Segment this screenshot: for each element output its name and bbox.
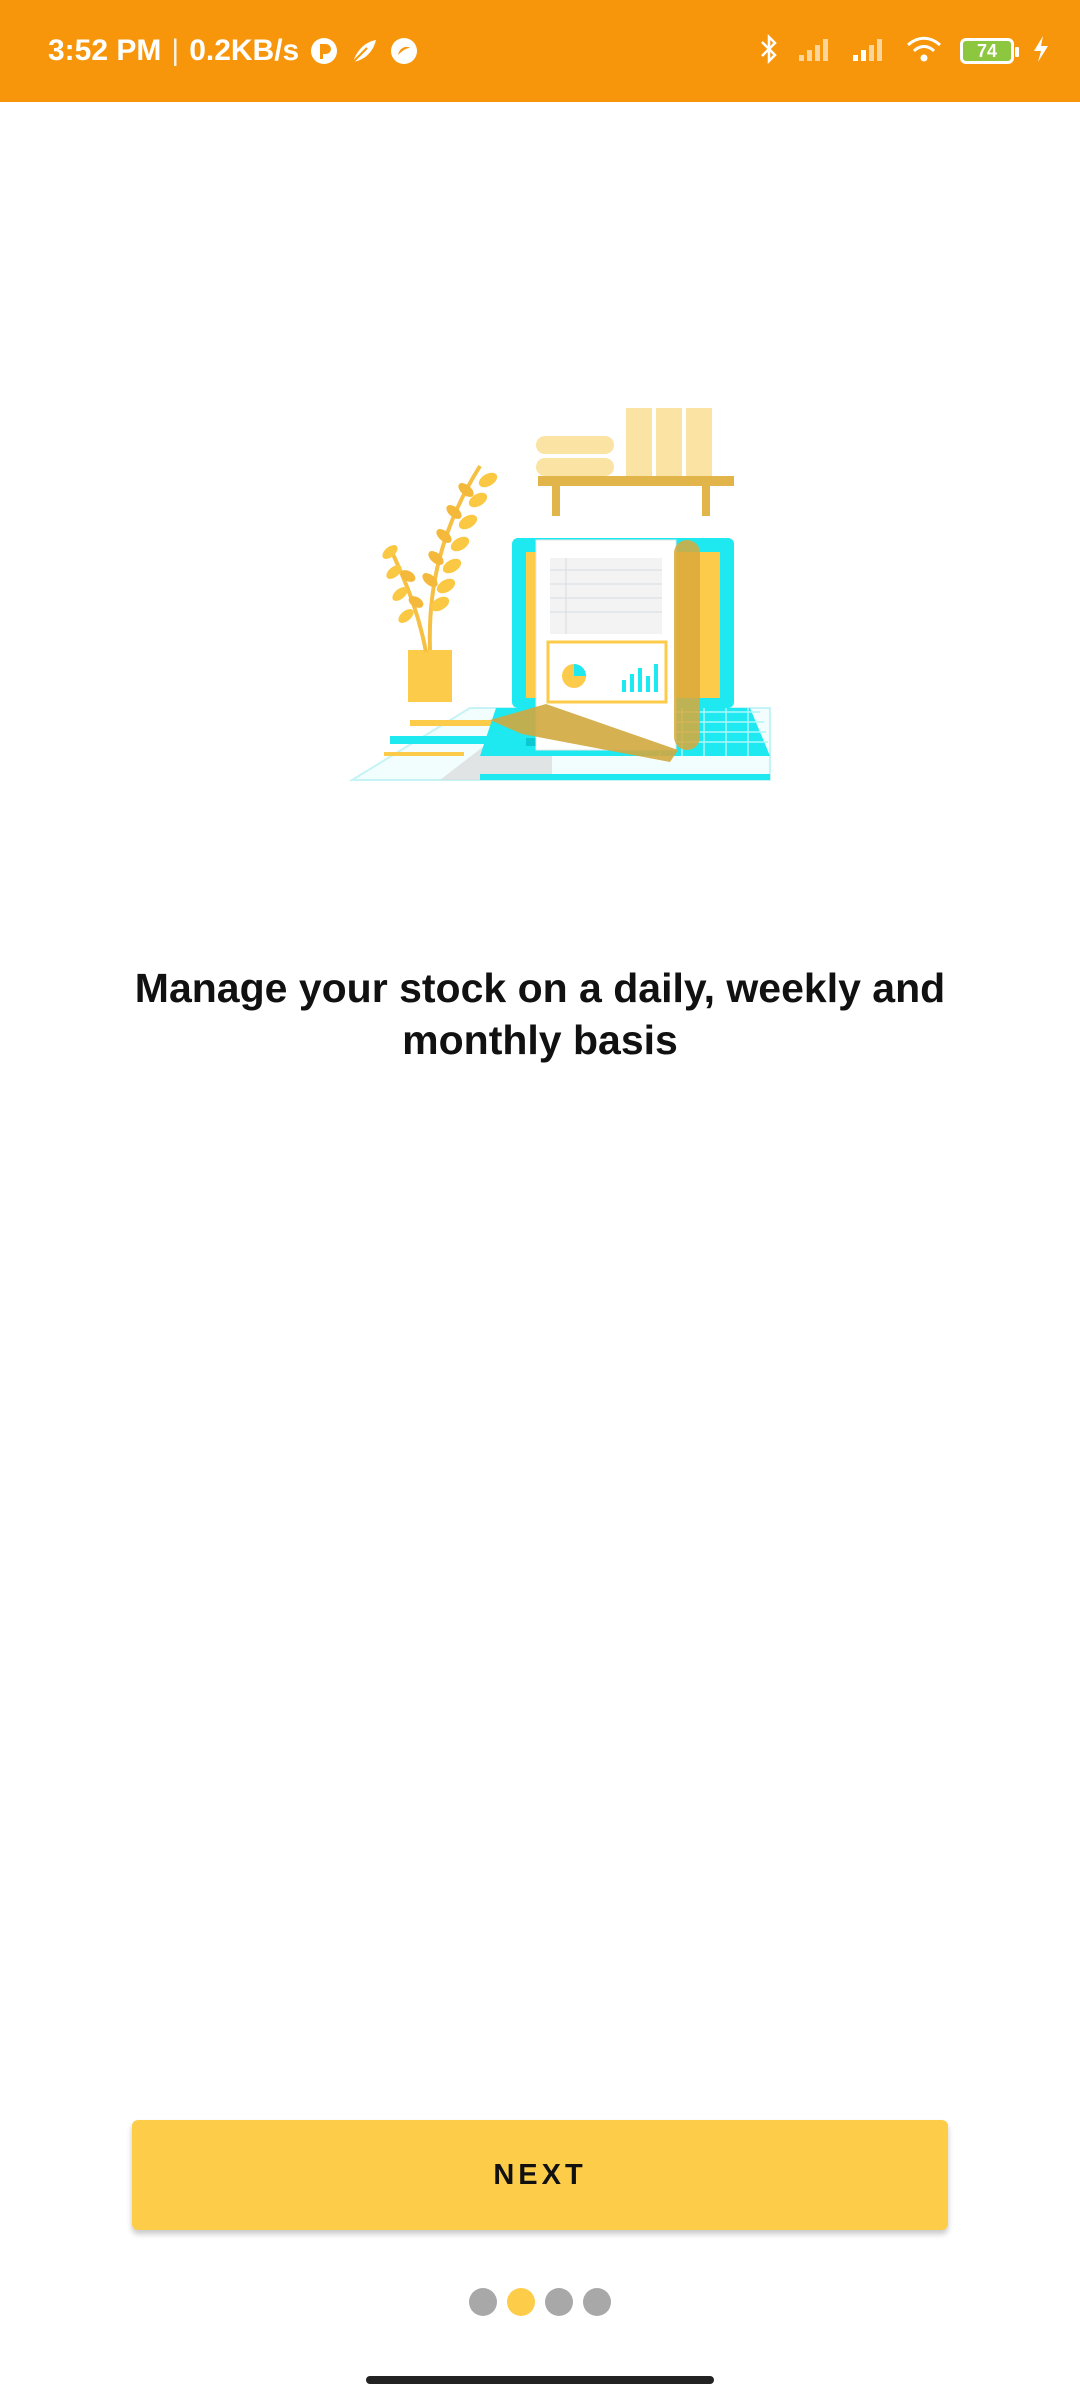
onboarding-headline: Manage your stock on a daily, weekly and…: [134, 965, 946, 1063]
bookshelf: [536, 408, 734, 516]
plant: [382, 464, 498, 702]
page-dot-2[interactable]: [507, 2288, 535, 2316]
page-dot-4[interactable]: [583, 2288, 611, 2316]
app-circle-icon: [389, 36, 419, 66]
signal-icon: [852, 36, 888, 67]
wifi-icon: [906, 35, 942, 68]
status-time: 3:52 PM: [48, 34, 162, 67]
onboarding-illustration: [290, 390, 790, 790]
signal-icon: [798, 36, 834, 67]
page-indicator: [0, 2288, 1080, 2316]
app-p-icon: [309, 36, 339, 66]
page-dot-1[interactable]: [469, 2288, 497, 2316]
charging-icon: [1032, 35, 1050, 68]
status-bar: 3:52 PM | 0.2KB/s 74: [0, 0, 1080, 102]
bluetooth-icon: [758, 33, 780, 70]
network-speed: 0.2KB/s: [189, 34, 300, 67]
status-right: 74: [758, 0, 1050, 102]
home-indicator[interactable]: [366, 2376, 714, 2384]
battery-icon: 74: [960, 38, 1019, 64]
page-dot-3[interactable]: [545, 2288, 573, 2316]
app-leaf-icon: [349, 36, 379, 66]
status-separator: |: [171, 34, 180, 67]
next-button[interactable]: NEXT: [132, 2120, 948, 2230]
status-left: 3:52 PM | 0.2KB/s: [48, 0, 419, 102]
battery-level: 74: [976, 40, 998, 61]
